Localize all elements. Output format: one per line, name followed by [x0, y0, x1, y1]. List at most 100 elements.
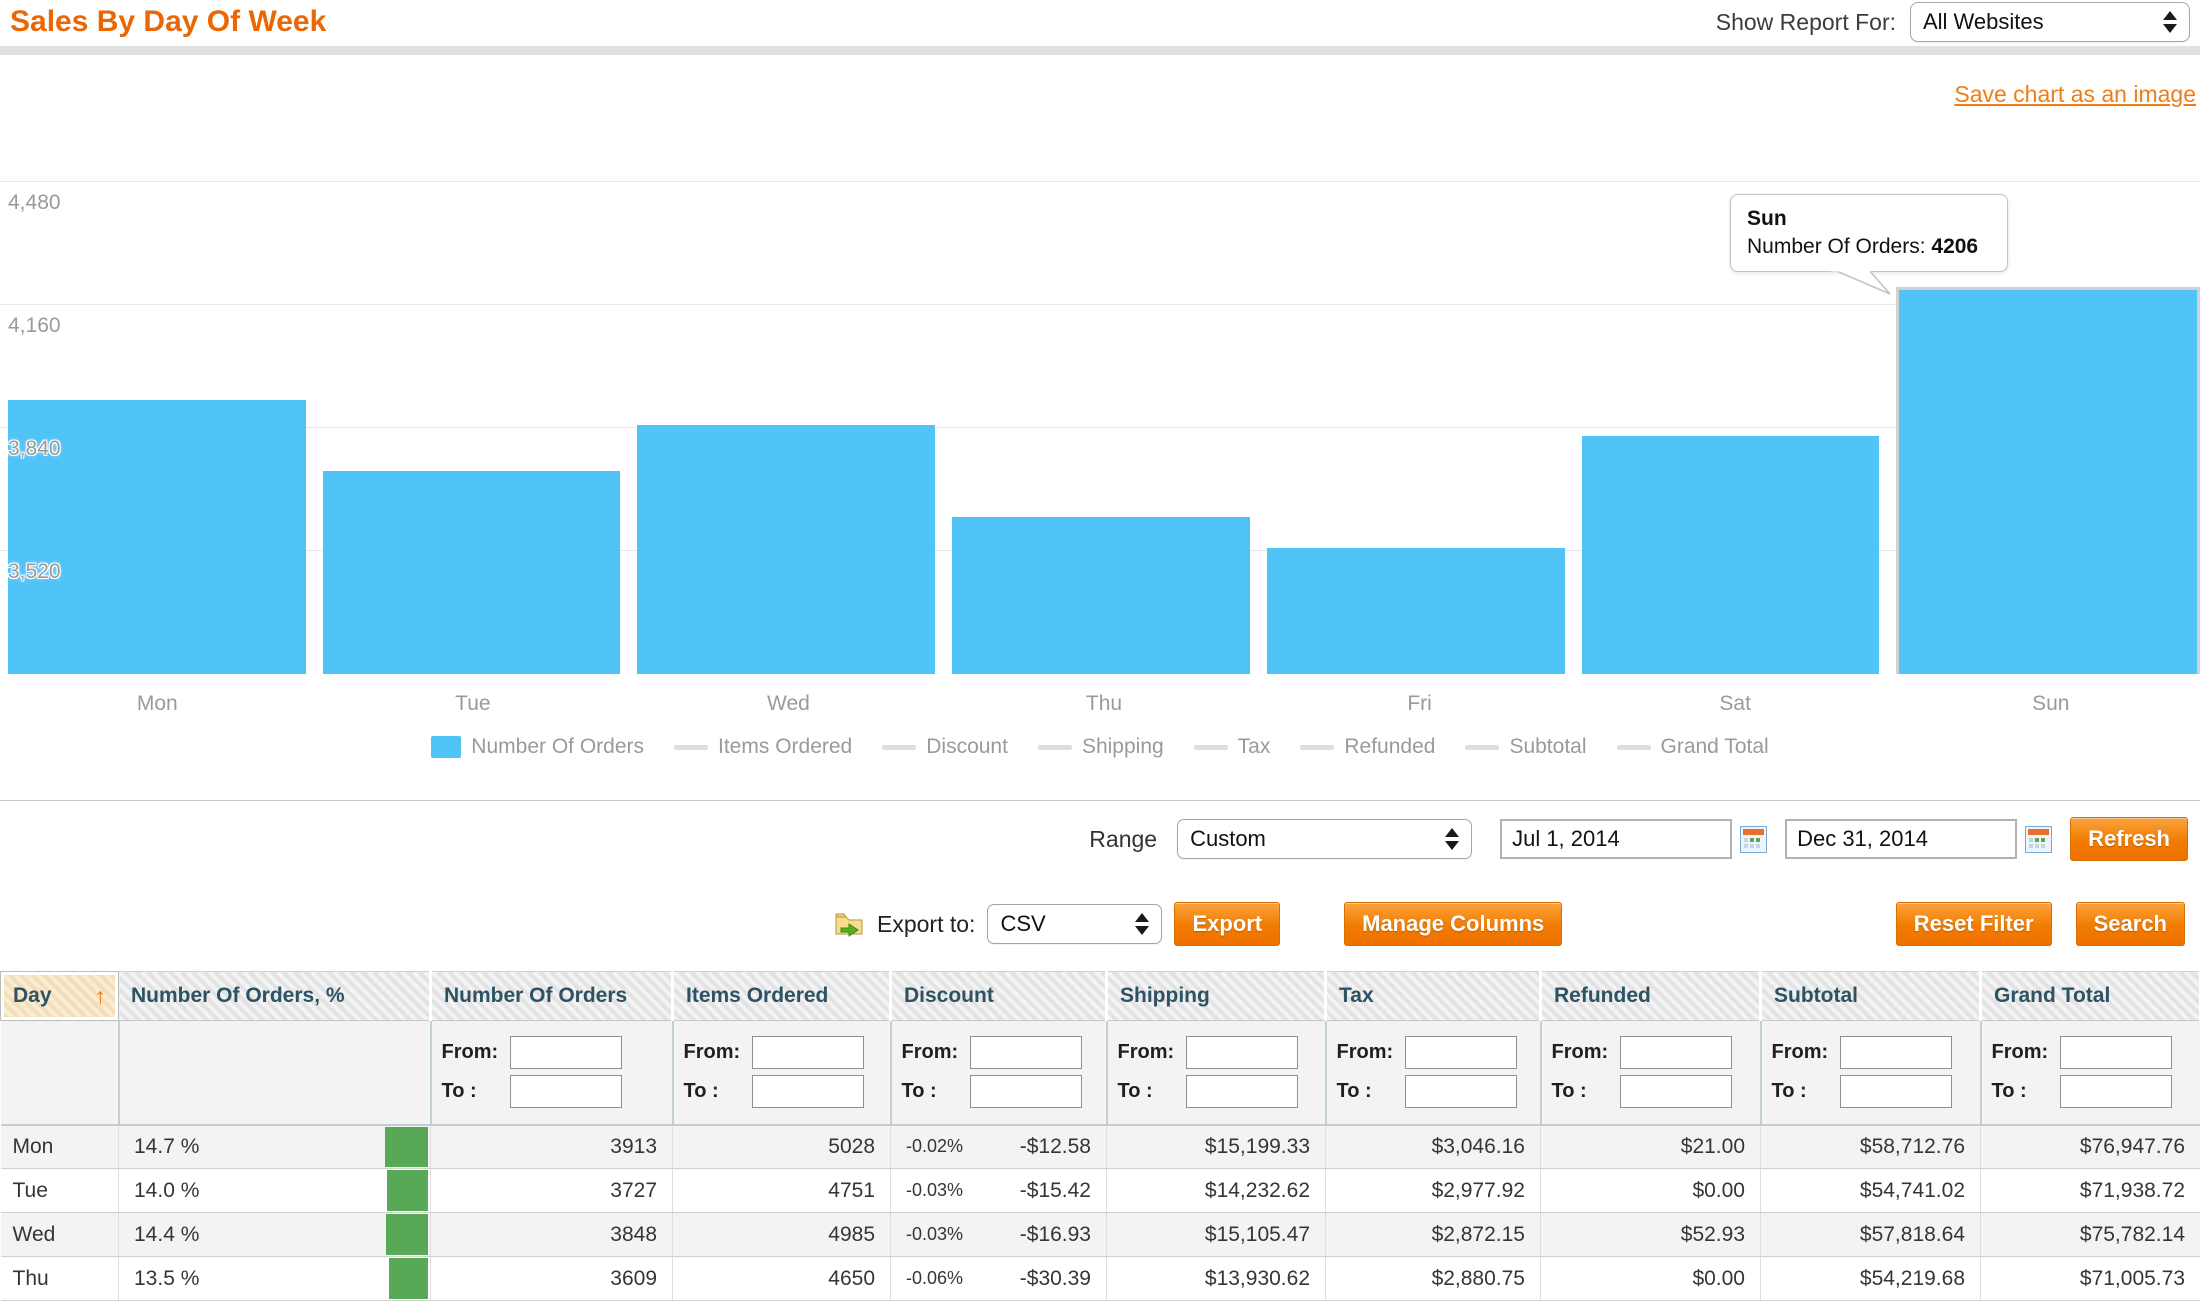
filter-discount-to-input[interactable] [970, 1075, 1082, 1108]
column-header-label: Number Of Orders, % [131, 984, 345, 1008]
chart-bars [8, 287, 2200, 674]
discount-percent: -0.03% [906, 1180, 963, 1201]
filter-to-label: To : [442, 1080, 510, 1103]
filter-from-label: From: [1992, 1041, 2060, 1064]
calendar-to-button[interactable] [2025, 826, 2052, 853]
orders-pct-label: 14.4 % [134, 1223, 199, 1246]
export-format-select[interactable]: CSV [987, 904, 1162, 944]
legend-label: Number Of Orders [471, 735, 644, 759]
bar-sat[interactable] [1582, 436, 1880, 674]
filter-shipping-from-input[interactable] [1186, 1036, 1298, 1069]
legend-label: Grand Total [1661, 735, 1769, 759]
cell-refunded: $0.00 [1541, 1257, 1761, 1301]
column-header-label: Shipping [1120, 984, 1210, 1008]
filter-tax-to-input[interactable] [1405, 1075, 1517, 1108]
x-axis-label-fri: Fri [1270, 692, 1569, 718]
y-axis-label: 4,480 [8, 191, 61, 215]
filter-to-label: To : [1118, 1080, 1186, 1103]
filter-tax-from-input[interactable] [1405, 1036, 1517, 1069]
export-button[interactable]: Export [1174, 902, 1280, 946]
filter-grand_total-from-input[interactable] [2060, 1036, 2172, 1069]
legend-item-tax[interactable]: Tax [1194, 735, 1271, 759]
filter-refunded-to-input[interactable] [1620, 1075, 1732, 1108]
filter-orders-from-input[interactable] [510, 1036, 622, 1069]
cell-day: Mon [1, 1125, 119, 1169]
export-icon [833, 909, 865, 939]
filter-to-row: To : [1337, 1075, 1530, 1108]
cell-grand-total: $71,005.73 [1981, 1257, 2200, 1301]
filter-to-row: To : [684, 1075, 880, 1108]
cell-subtotal: $54,219.68 [1761, 1257, 1981, 1301]
x-axis-label-sun: Sun [1901, 692, 2200, 718]
cell-items: 5028 [673, 1125, 891, 1169]
bar-thu[interactable] [952, 517, 1250, 674]
filter-from-label: From: [684, 1041, 752, 1064]
orders-pct-label: 13.5 % [134, 1267, 199, 1290]
calendar-from-button[interactable] [1740, 826, 1767, 853]
filter-cell-tax: From:To : [1326, 1021, 1541, 1125]
legend-item-items-ordered[interactable]: Items Ordered [674, 735, 852, 759]
column-header-inner: Items Ordered [686, 984, 889, 1008]
legend-item-grand-total[interactable]: Grand Total [1617, 735, 1769, 759]
filter-refunded-from-input[interactable] [1620, 1036, 1732, 1069]
filter-discount-from-input[interactable] [970, 1036, 1082, 1069]
legend-item-number-of-orders[interactable]: Number Of Orders [431, 735, 644, 759]
column-header-orders_pct[interactable]: Number Of Orders, % [119, 972, 431, 1021]
cell-subtotal: $58,712.76 [1761, 1125, 1981, 1169]
reset-filter-button[interactable]: Reset Filter [1896, 902, 2052, 946]
filter-cell-orders_pct [119, 1021, 431, 1125]
date-to-input[interactable] [1785, 819, 2017, 859]
column-header-shipping[interactable]: Shipping [1107, 972, 1326, 1021]
filter-subtotal-to-input[interactable] [1840, 1075, 1952, 1108]
legend-item-refunded[interactable]: Refunded [1300, 735, 1435, 759]
cell-grand-total: $76,947.76 [1981, 1125, 2200, 1169]
bar-fri[interactable] [1267, 548, 1565, 674]
save-chart-row: Save chart as an image [0, 55, 2200, 113]
column-header-items[interactable]: Items Ordered [673, 972, 891, 1021]
filter-to-row: To : [902, 1075, 1096, 1108]
filter-from-row: From: [1552, 1036, 1750, 1069]
x-axis-label-mon: Mon [8, 692, 307, 718]
column-header-day[interactable]: Day↑ [1, 972, 119, 1021]
column-header-grand_total[interactable]: Grand Total [1981, 972, 2200, 1021]
column-header-tax[interactable]: Tax [1326, 972, 1541, 1021]
legend-item-shipping[interactable]: Shipping [1038, 735, 1164, 759]
cell-orders-pct: 14.7 % [119, 1125, 431, 1169]
filter-shipping-to-input[interactable] [1186, 1075, 1298, 1108]
column-header-subtotal[interactable]: Subtotal [1761, 972, 1981, 1021]
range-select[interactable]: Custom [1177, 819, 1472, 859]
discount-percent: -0.06% [906, 1268, 963, 1289]
search-button[interactable]: Search [2076, 902, 2185, 946]
column-header-discount[interactable]: Discount [891, 972, 1107, 1021]
column-header-refunded[interactable]: Refunded [1541, 972, 1761, 1021]
legend-item-subtotal[interactable]: Subtotal [1465, 735, 1586, 759]
legend-item-discount[interactable]: Discount [882, 735, 1008, 759]
bar-sun[interactable] [1896, 287, 2200, 674]
column-header-orders[interactable]: Number Of Orders [431, 972, 673, 1021]
bar-tue[interactable] [323, 471, 621, 674]
refresh-button[interactable]: Refresh [2070, 817, 2188, 861]
cell-refunded: $0.00 [1541, 1169, 1761, 1213]
bar-wed[interactable] [637, 425, 935, 674]
filter-orders-to-input[interactable] [510, 1075, 622, 1108]
filter-cell-shipping: From:To : [1107, 1021, 1326, 1125]
filter-items-from-input[interactable] [752, 1036, 864, 1069]
filter-cell-refunded: From:To : [1541, 1021, 1761, 1125]
save-chart-link[interactable]: Save chart as an image [1954, 81, 2196, 107]
website-filter-select[interactable]: All Websites [1910, 2, 2190, 42]
x-axis-label-wed: Wed [639, 692, 938, 718]
filter-items-to-input[interactable] [752, 1075, 864, 1108]
legend-label: Shipping [1082, 735, 1164, 759]
column-header-inner: Tax [1339, 984, 1539, 1008]
discount-percent: -0.03% [906, 1224, 963, 1245]
filter-grand_total-to-input[interactable] [2060, 1075, 2172, 1108]
cell-grand-total: $71,938.72 [1981, 1169, 2200, 1213]
manage-columns-button[interactable]: Manage Columns [1344, 902, 1562, 946]
filter-subtotal-from-input[interactable] [1840, 1036, 1952, 1069]
date-from-input[interactable] [1500, 819, 1732, 859]
column-header-inner: Subtotal [1774, 984, 1979, 1008]
cell-discount: -0.03%-$15.42 [891, 1169, 1107, 1213]
filter-from-row: From: [684, 1036, 880, 1069]
cell-tax: $2,872.15 [1326, 1213, 1541, 1257]
sales-table: Day↑ Number Of Orders, % Number Of Orders I… [0, 971, 2200, 1301]
